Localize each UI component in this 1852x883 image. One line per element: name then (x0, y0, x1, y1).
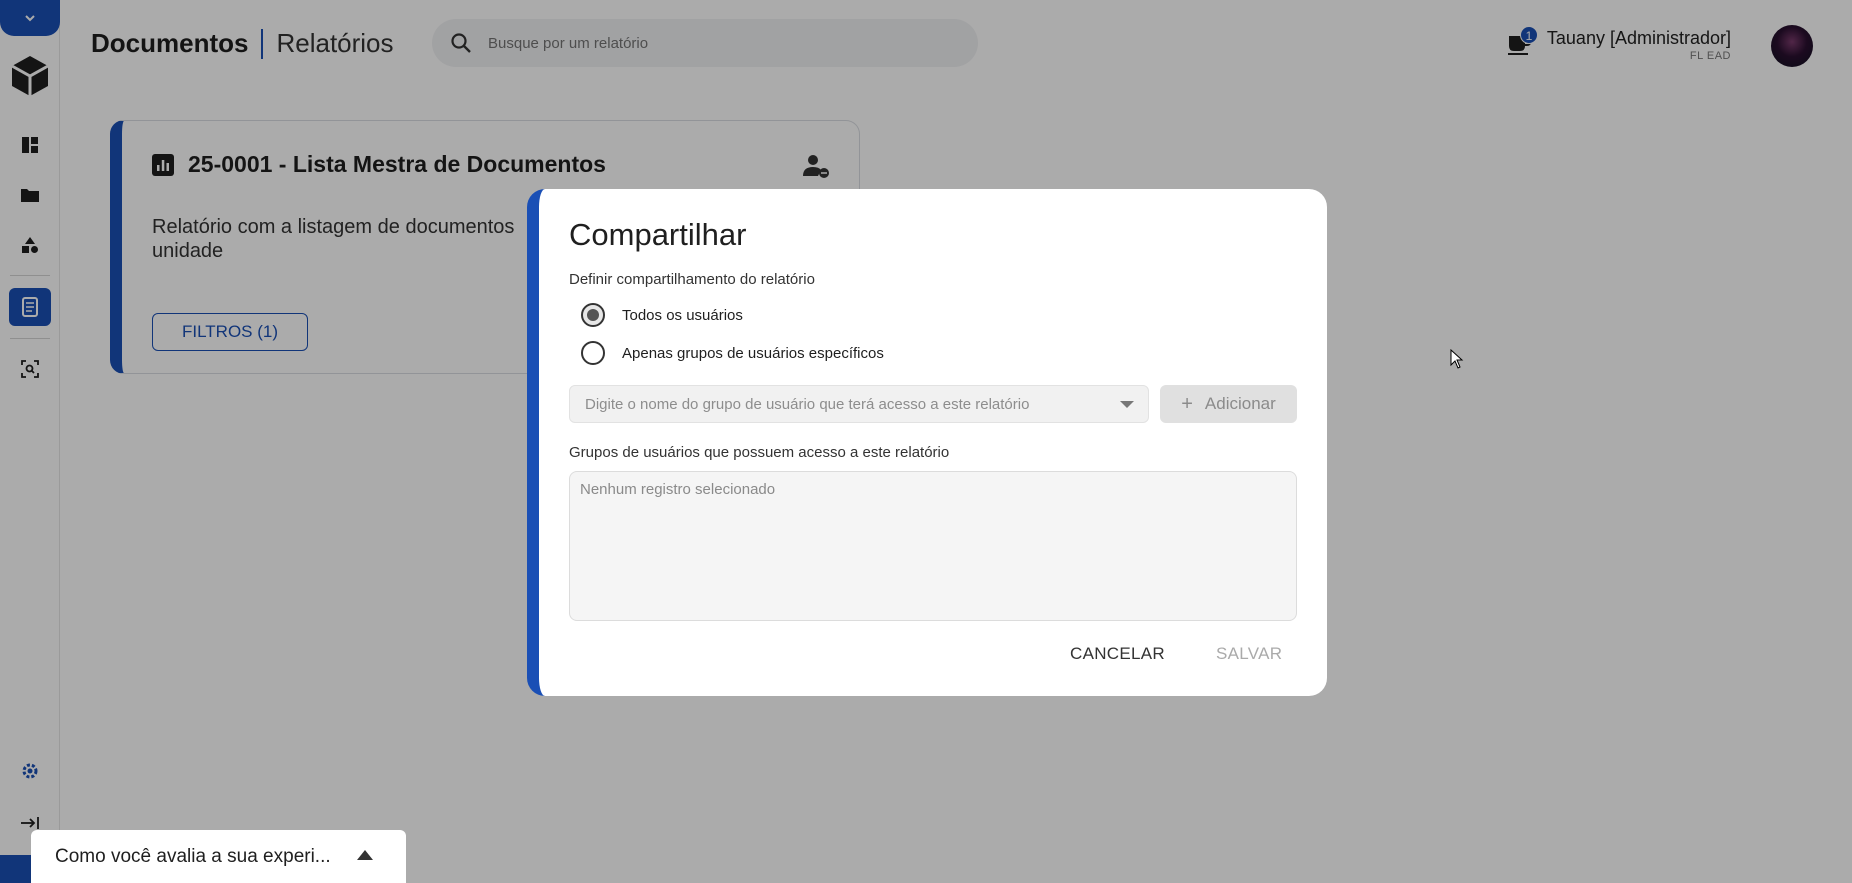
chevron-down-icon[interactable] (1120, 401, 1134, 408)
plus-icon: + (1181, 392, 1193, 415)
group-name-select[interactable]: Digite o nome do grupo de usuário que te… (569, 385, 1149, 423)
feedback-widget[interactable]: Como você avalia a sua experi... (31, 830, 406, 883)
feedback-text: Como você avalia a sua experi... (55, 845, 331, 867)
sharing-section-label: Definir compartilhamento do relatório (569, 271, 815, 288)
radio-specific-groups[interactable]: Apenas grupos de usuários específicos (581, 341, 884, 365)
mouse-cursor-icon (1450, 348, 1464, 369)
radio-button-checked[interactable] (581, 303, 605, 327)
groups-with-access-label: Grupos de usuários que possuem acesso a … (569, 444, 950, 461)
caret-up-icon[interactable] (357, 850, 373, 860)
group-select-placeholder: Digite o nome do grupo de usuário que te… (585, 395, 1030, 413)
add-group-label: Adicionar (1204, 394, 1276, 413)
save-button[interactable]: SALVAR (1216, 644, 1282, 664)
radio-all-users-label: Todos os usuários (622, 306, 743, 324)
add-group-button[interactable]: + Adicionar (1160, 385, 1297, 423)
empty-list-text: Nenhum registro selecionado (580, 481, 776, 498)
radio-button-unchecked[interactable] (581, 341, 605, 365)
share-dialog: Compartilhar Definir compartilhamento do… (527, 189, 1327, 696)
groups-with-access-list: Nenhum registro selecionado (569, 471, 1297, 621)
cancel-button[interactable]: CANCELAR (1070, 644, 1165, 664)
radio-specific-groups-label: Apenas grupos de usuários específicos (622, 344, 884, 362)
radio-all-users[interactable]: Todos os usuários (581, 303, 743, 327)
radio-dot (587, 309, 599, 321)
dialog-title: Compartilhar (569, 217, 747, 252)
